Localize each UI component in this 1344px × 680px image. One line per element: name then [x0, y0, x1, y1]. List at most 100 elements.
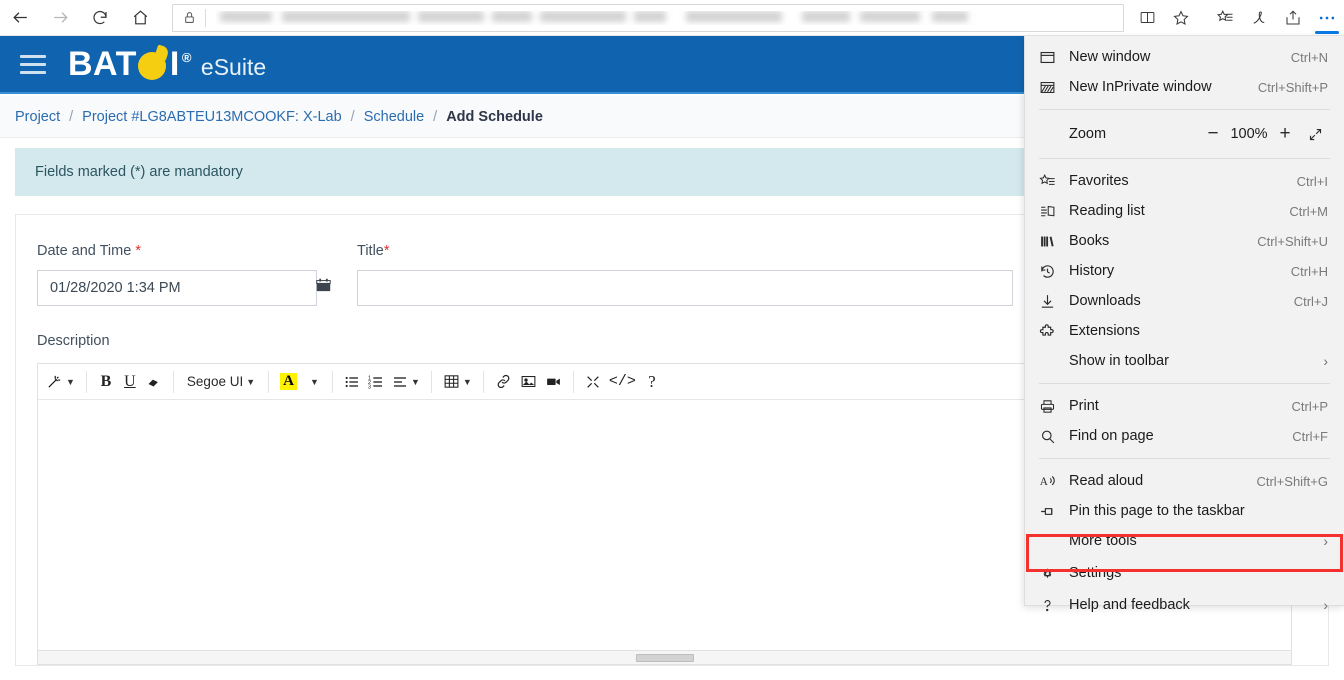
extensions-icon	[1039, 323, 1069, 340]
menu-label: New window	[1069, 49, 1291, 65]
menu-item-settings[interactable]: Settings	[1025, 556, 1344, 590]
zoom-out-icon[interactable]: −	[1198, 123, 1228, 145]
breadcrumb-item-project[interactable]: Project	[15, 109, 60, 125]
breadcrumb-separator: /	[69, 109, 73, 125]
toolbar-divider	[483, 371, 484, 393]
find-icon	[1039, 428, 1069, 445]
menu-item-print[interactable]: Print Ctrl+P	[1025, 391, 1344, 421]
menu-item-more-tools[interactable]: More tools ›	[1025, 526, 1344, 556]
menu-label: Settings	[1069, 565, 1328, 581]
toolbar-divider	[332, 371, 333, 393]
help-icon[interactable]: ?	[640, 368, 664, 396]
date-label-text: Date and Time	[37, 243, 131, 259]
description-label-text: Description	[37, 333, 110, 349]
brand-text: BAT I ®	[68, 47, 192, 81]
toolbar-divider	[431, 371, 432, 393]
menu-shortcut: Ctrl+Shift+G	[1256, 474, 1328, 489]
menu-divider	[1039, 109, 1330, 110]
menu-item-history[interactable]: History Ctrl+H	[1025, 256, 1344, 286]
menu-label: New InPrivate window	[1069, 79, 1258, 95]
history-icon	[1039, 263, 1069, 280]
brand-text-before: BAT	[68, 47, 137, 81]
address-bar[interactable]	[172, 4, 1124, 32]
active-indicator	[1315, 31, 1339, 34]
menu-item-reading-list[interactable]: Reading list Ctrl+M	[1025, 196, 1344, 226]
menu-item-read-aloud[interactable]: A Read aloud Ctrl+Shift+G	[1025, 466, 1344, 496]
menu-label: Show in toolbar	[1069, 353, 1323, 369]
align-dropdown-icon[interactable]: ▼	[388, 368, 424, 396]
editor-resize-bar[interactable]	[37, 651, 1292, 665]
home-button[interactable]	[120, 0, 160, 36]
font-family-value: Segoe UI	[187, 374, 243, 389]
font-family-dropdown[interactable]: Segoe UI ▼	[181, 368, 261, 396]
eraser-icon[interactable]	[142, 368, 166, 396]
menu-label: Print	[1069, 398, 1292, 414]
bold-icon[interactable]: B	[94, 368, 118, 396]
refresh-button[interactable]	[80, 0, 120, 36]
breadcrumb-separator: /	[433, 109, 437, 125]
menu-item-downloads[interactable]: Downloads Ctrl+J	[1025, 286, 1344, 316]
breadcrumb-item-project-detail[interactable]: Project #LG8ABTEU13MCOOKF: X-Lab	[82, 109, 342, 125]
chevron-down-icon[interactable]: ▼	[246, 377, 255, 387]
svg-text:A: A	[1040, 476, 1049, 488]
menu-label: Downloads	[1069, 293, 1294, 309]
menu-item-show-in-toolbar[interactable]: Show in toolbar ›	[1025, 346, 1344, 376]
chevron-down-icon[interactable]: ▼	[66, 377, 75, 387]
bullet-list-icon[interactable]	[340, 368, 364, 396]
menu-item-pin-to-taskbar[interactable]: Pin this page to the taskbar	[1025, 496, 1344, 526]
menu-label: Pin this page to the taskbar	[1069, 503, 1328, 519]
menu-shortcut: Ctrl+M	[1289, 204, 1328, 219]
magic-wand-icon[interactable]: ▼	[42, 368, 79, 396]
date-time-input[interactable]: 01/28/2020 1:34 PM	[37, 270, 317, 306]
forward-button[interactable]	[40, 0, 80, 36]
menu-item-help-and-feedback[interactable]: Help and feedback ›	[1025, 590, 1344, 620]
favorite-star-icon[interactable]	[1164, 0, 1198, 36]
hamburger-icon[interactable]	[20, 55, 46, 74]
fullscreen-icon[interactable]	[581, 368, 605, 396]
chevron-right-icon: ›	[1323, 597, 1328, 613]
url-text[interactable]	[216, 11, 1115, 25]
brand-o-mark	[138, 49, 169, 80]
reading-view-icon[interactable]	[1130, 0, 1164, 36]
insert-video-icon[interactable]	[541, 368, 566, 396]
highlight-color-icon[interactable]: A	[276, 368, 301, 396]
downloads-icon	[1039, 293, 1069, 310]
insert-image-icon[interactable]	[516, 368, 541, 396]
menu-divider	[1039, 458, 1330, 459]
menu-label: Books	[1069, 233, 1257, 249]
breadcrumb-item-schedule[interactable]: Schedule	[364, 109, 424, 125]
books-icon	[1039, 233, 1069, 250]
menu-item-new-inprivate-window[interactable]: New InPrivate window Ctrl+Shift+P	[1025, 72, 1344, 102]
underline-icon[interactable]: U	[118, 368, 142, 396]
menu-item-find-on-page[interactable]: Find on page Ctrl+F	[1025, 421, 1344, 451]
date-and-time-label: Date and Time *	[37, 243, 141, 259]
numbered-list-icon[interactable]: 123	[364, 368, 388, 396]
menu-item-favorites[interactable]: Favorites Ctrl+I	[1025, 166, 1344, 196]
insert-link-icon[interactable]	[491, 368, 516, 396]
breadcrumb-item-add-schedule: Add Schedule	[446, 109, 543, 125]
web-notes-icon[interactable]	[1242, 0, 1276, 36]
inprivate-window-icon	[1039, 79, 1069, 96]
reading-list-icon	[1039, 203, 1069, 220]
menu-label: Read aloud	[1069, 473, 1256, 489]
source-code-icon[interactable]: </>	[605, 368, 640, 396]
menu-item-extensions[interactable]: Extensions	[1025, 316, 1344, 346]
toolbar-divider	[573, 371, 574, 393]
brand-text-after: I	[170, 47, 180, 81]
menu-item-new-window[interactable]: New window Ctrl+N	[1025, 42, 1344, 72]
zoom-in-icon[interactable]: +	[1270, 123, 1300, 145]
more-settings-icon[interactable]	[1310, 0, 1344, 36]
menu-item-books[interactable]: Books Ctrl+Shift+U	[1025, 226, 1344, 256]
highlight-color-dropdown[interactable]: ▼	[301, 368, 325, 396]
menu-shortcut: Ctrl+J	[1294, 294, 1328, 309]
calendar-icon[interactable]	[315, 277, 332, 299]
favorites-icon	[1039, 173, 1069, 190]
back-button[interactable]	[0, 0, 40, 36]
fullscreen-icon[interactable]	[1300, 127, 1330, 142]
favorites-hub-icon[interactable]	[1208, 0, 1242, 36]
brand-logo[interactable]: BAT I ® eSuite	[68, 47, 266, 81]
share-icon[interactable]	[1276, 0, 1310, 36]
table-dropdown-icon[interactable]: ▼	[439, 368, 476, 396]
title-input[interactable]	[357, 270, 1013, 306]
resize-grip-handle[interactable]	[636, 654, 694, 662]
